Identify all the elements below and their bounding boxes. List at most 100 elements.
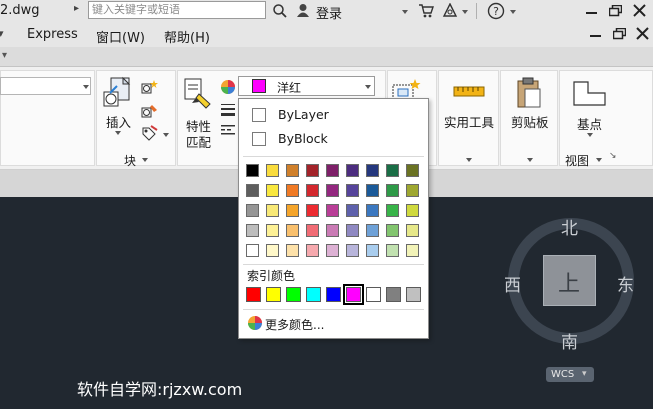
restore-icon[interactable] — [609, 5, 622, 17]
basepoint-label[interactable]: 基点 — [577, 114, 602, 133]
byblock-option[interactable]: ByBlock — [278, 131, 328, 146]
index-color-swatch[interactable] — [386, 287, 401, 302]
login-dropdown-caret[interactable] — [402, 10, 408, 14]
color-swatch[interactable] — [246, 184, 259, 197]
help-dropdown-caret[interactable] — [510, 10, 516, 14]
user-icon[interactable] — [296, 3, 310, 18]
index-color-swatch[interactable] — [266, 287, 281, 302]
view-panel-caret[interactable] — [596, 158, 602, 162]
clipboard-label[interactable]: 剪贴板 — [511, 112, 549, 131]
color-swatch[interactable] — [286, 244, 299, 257]
color-select-caret[interactable] — [365, 85, 371, 89]
tab-strip-caret-icon[interactable]: ▾ — [2, 50, 7, 61]
doc-close-icon[interactable] — [636, 27, 649, 40]
color-swatch[interactable] — [306, 224, 319, 237]
index-color-swatch[interactable] — [406, 287, 421, 302]
match-properties-icon[interactable] — [184, 78, 214, 110]
chevron-right-icon[interactable]: ▸ — [74, 3, 79, 14]
insert-caret[interactable] — [115, 131, 121, 135]
color-swatch[interactable] — [286, 184, 299, 197]
menu-caret-icon[interactable]: ▾ — [0, 27, 4, 40]
index-color-swatch[interactable] — [246, 287, 261, 302]
color-swatch[interactable] — [406, 224, 419, 237]
login-button[interactable]: 登录 — [316, 3, 342, 22]
color-swatch[interactable] — [406, 164, 419, 177]
color-swatch[interactable] — [266, 224, 279, 237]
color-swatch[interactable] — [246, 224, 259, 237]
color-swatch[interactable] — [346, 184, 359, 197]
compass-south[interactable]: 南 — [561, 328, 578, 353]
color-swatch[interactable] — [306, 244, 319, 257]
help-icon[interactable]: ? — [487, 2, 505, 20]
index-color-swatch[interactable] — [366, 287, 381, 302]
color-swatch[interactable] — [366, 224, 379, 237]
color-swatch[interactable] — [326, 244, 339, 257]
color-swatch[interactable] — [306, 184, 319, 197]
layer-dropdown[interactable] — [0, 77, 91, 95]
block-attribute-caret[interactable] — [163, 133, 169, 137]
cart-icon[interactable] — [418, 3, 434, 18]
bylayer-checkbox[interactable] — [252, 108, 266, 122]
index-color-swatch[interactable] — [343, 284, 364, 305]
color-swatch[interactable] — [286, 204, 299, 217]
color-swatch[interactable] — [406, 204, 419, 217]
color-swatch[interactable] — [366, 244, 379, 257]
compass-north[interactable]: 北 — [561, 214, 578, 239]
measure-ruler-icon[interactable] — [453, 81, 485, 105]
color-swatch[interactable] — [326, 164, 339, 177]
view-panel-label[interactable]: 视图 — [565, 152, 589, 169]
doc-minimize-icon[interactable] — [590, 35, 601, 37]
exchange-dropdown-caret[interactable] — [462, 10, 468, 14]
color-swatch[interactable] — [306, 164, 319, 177]
color-swatch[interactable] — [326, 184, 339, 197]
utilities-caret[interactable] — [466, 158, 472, 162]
block-panel-caret[interactable] — [142, 158, 148, 162]
viewcube-face-label[interactable]: 上 — [558, 266, 580, 298]
create-block-icon[interactable] — [141, 79, 159, 95]
edit-block-icon[interactable] — [141, 103, 159, 119]
viewcube[interactable]: 上 — [543, 255, 596, 306]
lineweight-icon[interactable] — [220, 103, 236, 117]
more-colors-option[interactable]: 更多颜色... — [265, 316, 324, 333]
color-swatch[interactable] — [266, 204, 279, 217]
bylayer-option[interactable]: ByLayer — [278, 107, 329, 122]
search-icon[interactable] — [272, 3, 288, 19]
color-swatch[interactable] — [366, 184, 379, 197]
color-swatch[interactable] — [266, 184, 279, 197]
layer-dropdown-caret[interactable] — [83, 85, 89, 89]
paste-icon[interactable] — [515, 77, 543, 109]
clipboard-caret[interactable] — [527, 158, 533, 162]
minimize-icon[interactable] — [586, 12, 597, 14]
color-swatch[interactable] — [286, 164, 299, 177]
color-swatch[interactable] — [286, 224, 299, 237]
color-swatch[interactable] — [246, 164, 259, 177]
color-swatch[interactable] — [366, 204, 379, 217]
panel-launcher-icon[interactable]: ↘ — [609, 151, 617, 161]
basepoint-icon[interactable] — [573, 81, 607, 107]
color-swatch[interactable] — [326, 204, 339, 217]
search-input[interactable]: 键入关键字或短语 — [88, 1, 266, 19]
index-color-swatch[interactable] — [326, 287, 341, 302]
color-swatch[interactable] — [386, 204, 399, 217]
color-swatch[interactable] — [406, 244, 419, 257]
insert-label[interactable]: 插入 — [106, 112, 131, 131]
byblock-checkbox[interactable] — [252, 132, 266, 146]
wcs-menu[interactable]: WCS ▾ — [546, 367, 594, 382]
wcs-caret-icon[interactable]: ▾ — [582, 367, 587, 382]
color-swatch[interactable] — [386, 184, 399, 197]
color-swatch[interactable] — [406, 184, 419, 197]
color-swatch[interactable] — [346, 204, 359, 217]
compass-west[interactable]: 西 — [504, 271, 521, 296]
color-swatch[interactable] — [266, 164, 279, 177]
color-swatch[interactable] — [366, 164, 379, 177]
block-attribute-icon[interactable] — [141, 125, 159, 141]
index-color-swatch[interactable] — [286, 287, 301, 302]
color-swatch[interactable] — [326, 224, 339, 237]
color-swatch[interactable] — [346, 164, 359, 177]
block-panel-label[interactable]: 块 — [124, 152, 136, 169]
color-swatch[interactable] — [386, 224, 399, 237]
color-swatch[interactable] — [246, 244, 259, 257]
autodesk-exchange-icon[interactable] — [442, 3, 458, 18]
menu-item-help[interactable]: 帮助(H) — [164, 27, 210, 46]
compass-east[interactable]: 东 — [617, 271, 634, 296]
